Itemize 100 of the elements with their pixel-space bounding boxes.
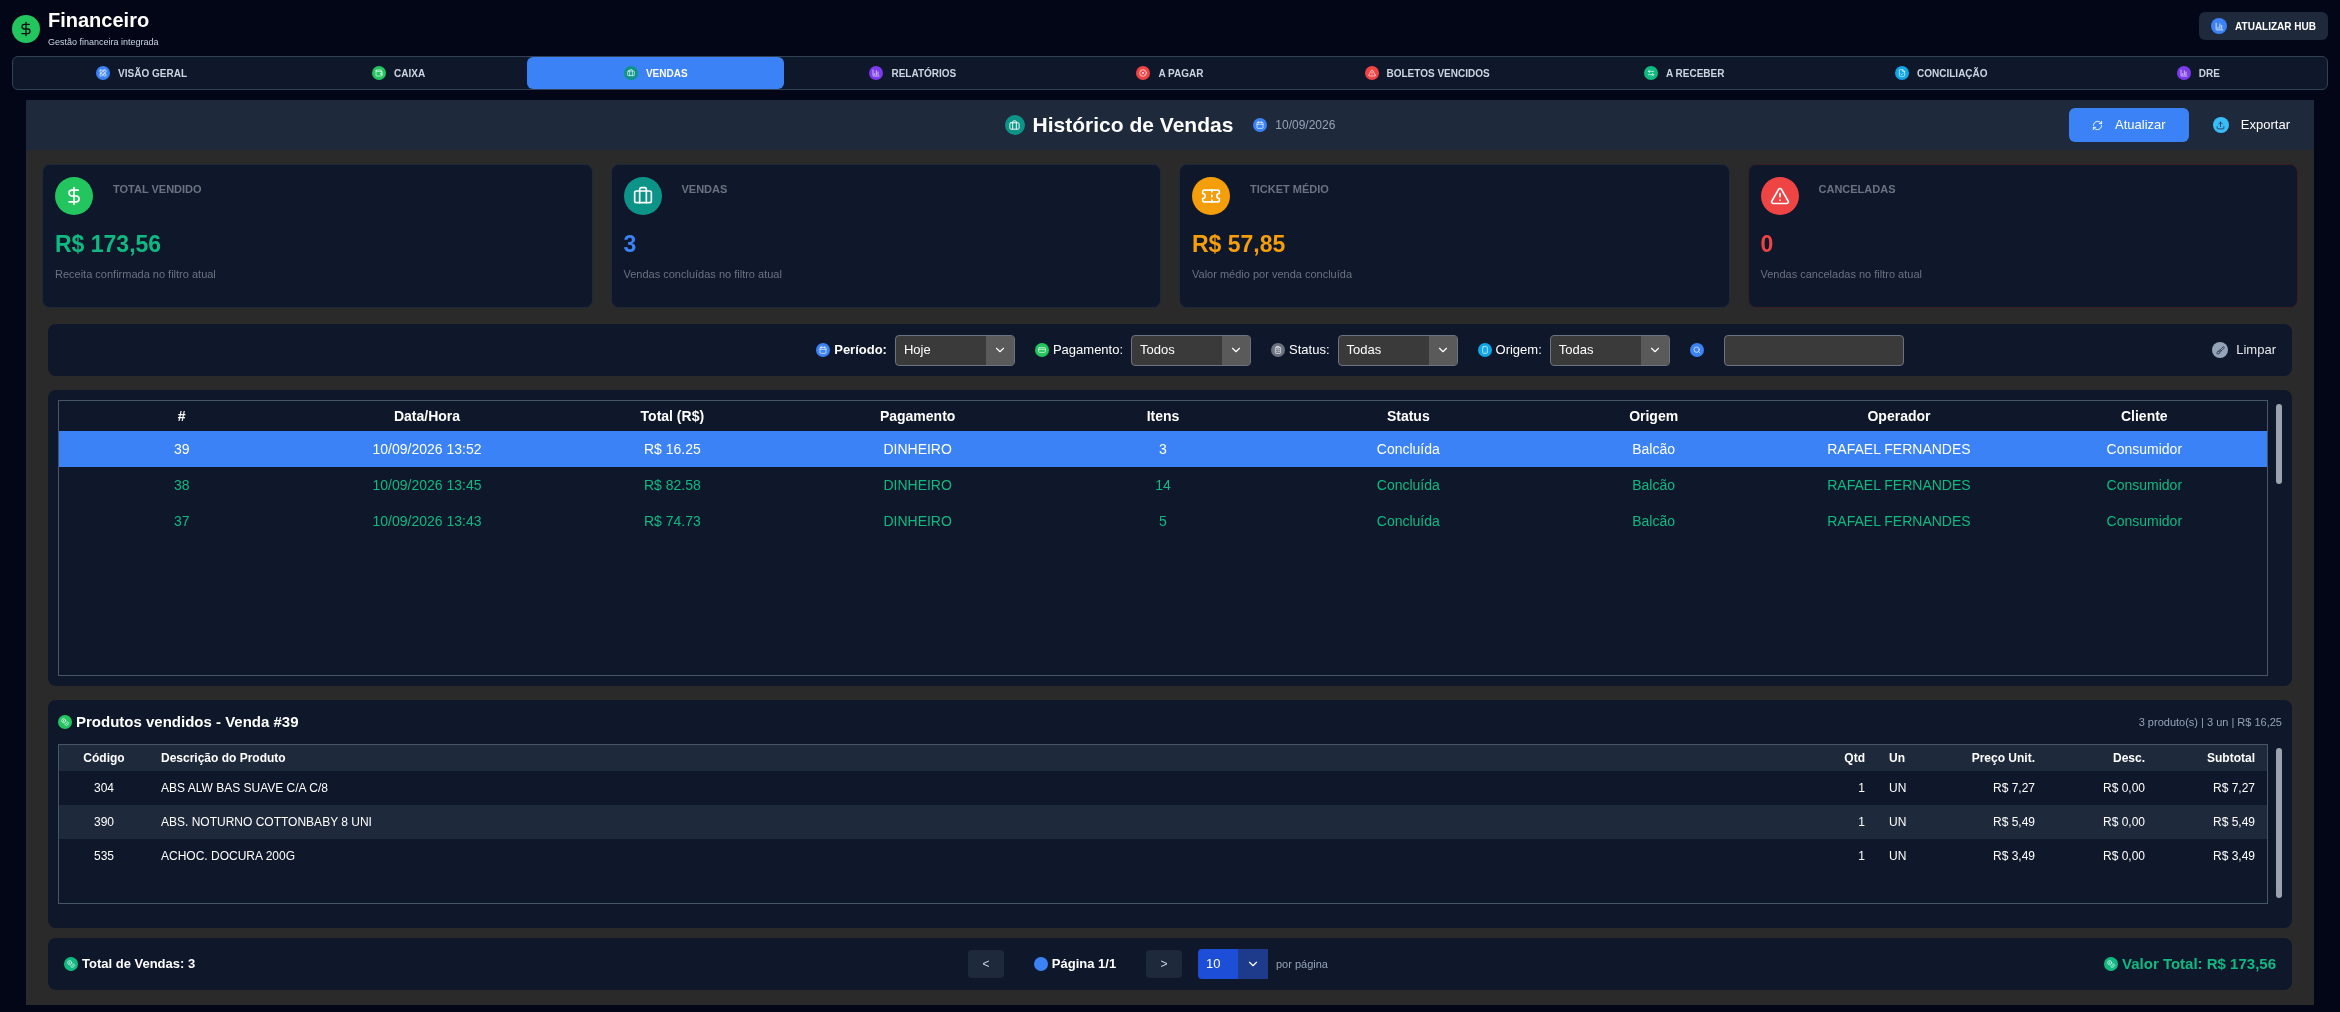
table-cell: 1 [1817,771,1877,805]
card-icon [1034,343,1049,357]
filter-select[interactable]: Hoje [894,334,1015,366]
table-cell: R$ 0,00 [2047,839,2157,873]
table-cell: R$ 5,49 [1937,805,2047,839]
table-cell-text: 5 [1158,511,1168,531]
column-header: Descrição do Produto [149,745,1817,771]
nav-tab[interactable]: RELATÓRIOS [784,57,1042,89]
table-cell: UN [1877,771,1937,805]
table-cell: R$ 82.58 [549,467,795,503]
table-cell: UN [1877,805,1937,839]
table-cell: 390 [59,805,149,839]
nav-tab[interactable]: VENDAS [527,57,785,89]
table-cell-text: R$ 74.73 [642,511,702,531]
stat-caption: Valor médio por venda concluída [1192,266,1353,282]
coin-icon [2104,957,2119,971]
table-cell: 1 [1817,805,1877,839]
column-header: Cliente [2021,401,2267,431]
table-cell: R$ 0,00 [2047,805,2157,839]
filter-select[interactable]: Todas [1549,334,1670,366]
chart-icon [2211,18,2228,34]
stat-value: R$ 57,85 [1192,230,1287,259]
calendar-icon [816,343,831,357]
refresh-hub-button[interactable]: ATUALIZAR HUB [2199,12,2328,40]
column-header: Status [1285,401,1531,431]
table-cell-text: Consumidor [2105,511,2184,531]
table-cell: DINHEIRO [795,431,1041,467]
coin-icon [64,957,78,971]
table-cell: R$ 16.25 [549,431,795,467]
sales-total: Total de Vendas: 3 [82,955,196,974]
filter-label: Período: [834,341,887,360]
warning-icon [1760,177,1799,215]
column-header: Total (R$) [549,401,795,431]
table-cell-text: 37 [172,511,191,531]
refresh-button[interactable]: Atualizar [2068,108,2189,142]
stat-caption: Vendas concluídas no filtro atual [623,266,783,282]
column-header: Operador [1776,401,2022,431]
nav-tab[interactable]: BOLETOS VENCIDOS [1298,57,1556,89]
nav-tab[interactable]: VISÃO GERAL [13,57,271,89]
column-header: Origem [1530,401,1777,431]
table-cell: R$ 3,49 [2157,839,2267,873]
table-cell: UN [1877,839,1937,873]
stat-value: 3 [623,230,638,259]
wallet-icon [372,66,387,80]
filter-label: Pagamento: [1052,341,1124,360]
page-indicator: Página 1/1 [1051,955,1117,974]
table-cell: 10/09/2026 13:52 [304,431,550,467]
table-cell: ACHOC. DOCURA 200G [149,839,1817,873]
nav-tab[interactable]: CAIXA [270,57,528,89]
filter-select[interactable]: Todos [1131,334,1252,366]
app-subtitle: Gestão financeira integrada [48,36,159,49]
column-header: Desc. [2047,745,2157,771]
page-title: Histórico de Vendas [1032,112,1234,139]
search-icon [1689,343,1704,357]
table-cell: Concluída [1285,467,1531,503]
stat-value: R$ 173,56 [55,230,163,259]
column-header: Pagamento [795,401,1041,431]
column-header: Subtotal [2157,745,2267,771]
column-header: # [59,401,305,431]
table-cell: RAFAEL FERNANDES [1776,467,2022,503]
filter-label: Status: [1289,341,1330,360]
stat-label: VENDAS [681,182,728,197]
sale-row[interactable]: 37 10/09/2026 13:43 R$ 74.73 DINHEIRO 5 Concluída Balcão RAFAEL FERNANDES Consumidor [59,503,2267,539]
calendar-icon [1253,118,1268,132]
table-cell: R$ 3,49 [1937,839,2047,873]
nav-tab[interactable]: A PAGAR [1041,57,1299,89]
previous-page-button[interactable]: < [968,950,1004,978]
per-page-label: por página [1276,956,1328,972]
table-cell: R$ 0,00 [2047,771,2157,805]
stat-label: TOTAL VENDIDO [113,182,202,197]
column-header: Un [1877,745,1937,771]
briefcase-icon [623,177,662,215]
ticket-icon [1192,177,1230,215]
table-cell-text: Balcão [1631,511,1677,531]
table-cell: R$ 7,27 [2157,771,2267,805]
table-cell: Consumidor [2021,431,2267,467]
chart-icon [869,66,884,80]
export-button[interactable]: Exportar [2204,108,2298,142]
nav-tab[interactable]: DRE [2069,57,2327,89]
table-cell: 39 [59,431,305,467]
stat-label: TICKET MÉDIO [1250,182,1329,197]
warning-icon [1364,66,1379,80]
sale-row[interactable]: 38 10/09/2026 13:45 R$ 82.58 DINHEIRO 14 Concluída Balcão RAFAEL FERNANDES Consumidor [59,467,2267,503]
briefcase-icon [623,66,638,80]
table-cell: RAFAEL FERNANDES [1776,431,2022,467]
filter-label: Origem: [1495,341,1542,360]
clear-button[interactable]: Limpar [2212,340,2276,360]
nav-tab[interactable]: CONCILIAÇÃO [1812,57,2070,89]
filter-select[interactable]: Todas [1337,334,1458,366]
next-page-button[interactable]: > [1146,950,1182,978]
table-cell: 3 [1040,431,1286,467]
table-cell: DINHEIRO [795,467,1041,503]
table-cell-text: RAFAEL FERNANDES [1826,511,1972,531]
briefcase-icon [1004,115,1025,135]
column-header: Preço Unit. [1937,745,2047,771]
nav-tab[interactable]: A RECEBER [1555,57,1813,89]
page-date: 10/09/2026 [1275,117,1336,134]
search-field[interactable] [1723,334,1904,366]
table-cell: 304 [59,771,149,805]
per-page-select[interactable]: 10 [1198,949,1268,979]
